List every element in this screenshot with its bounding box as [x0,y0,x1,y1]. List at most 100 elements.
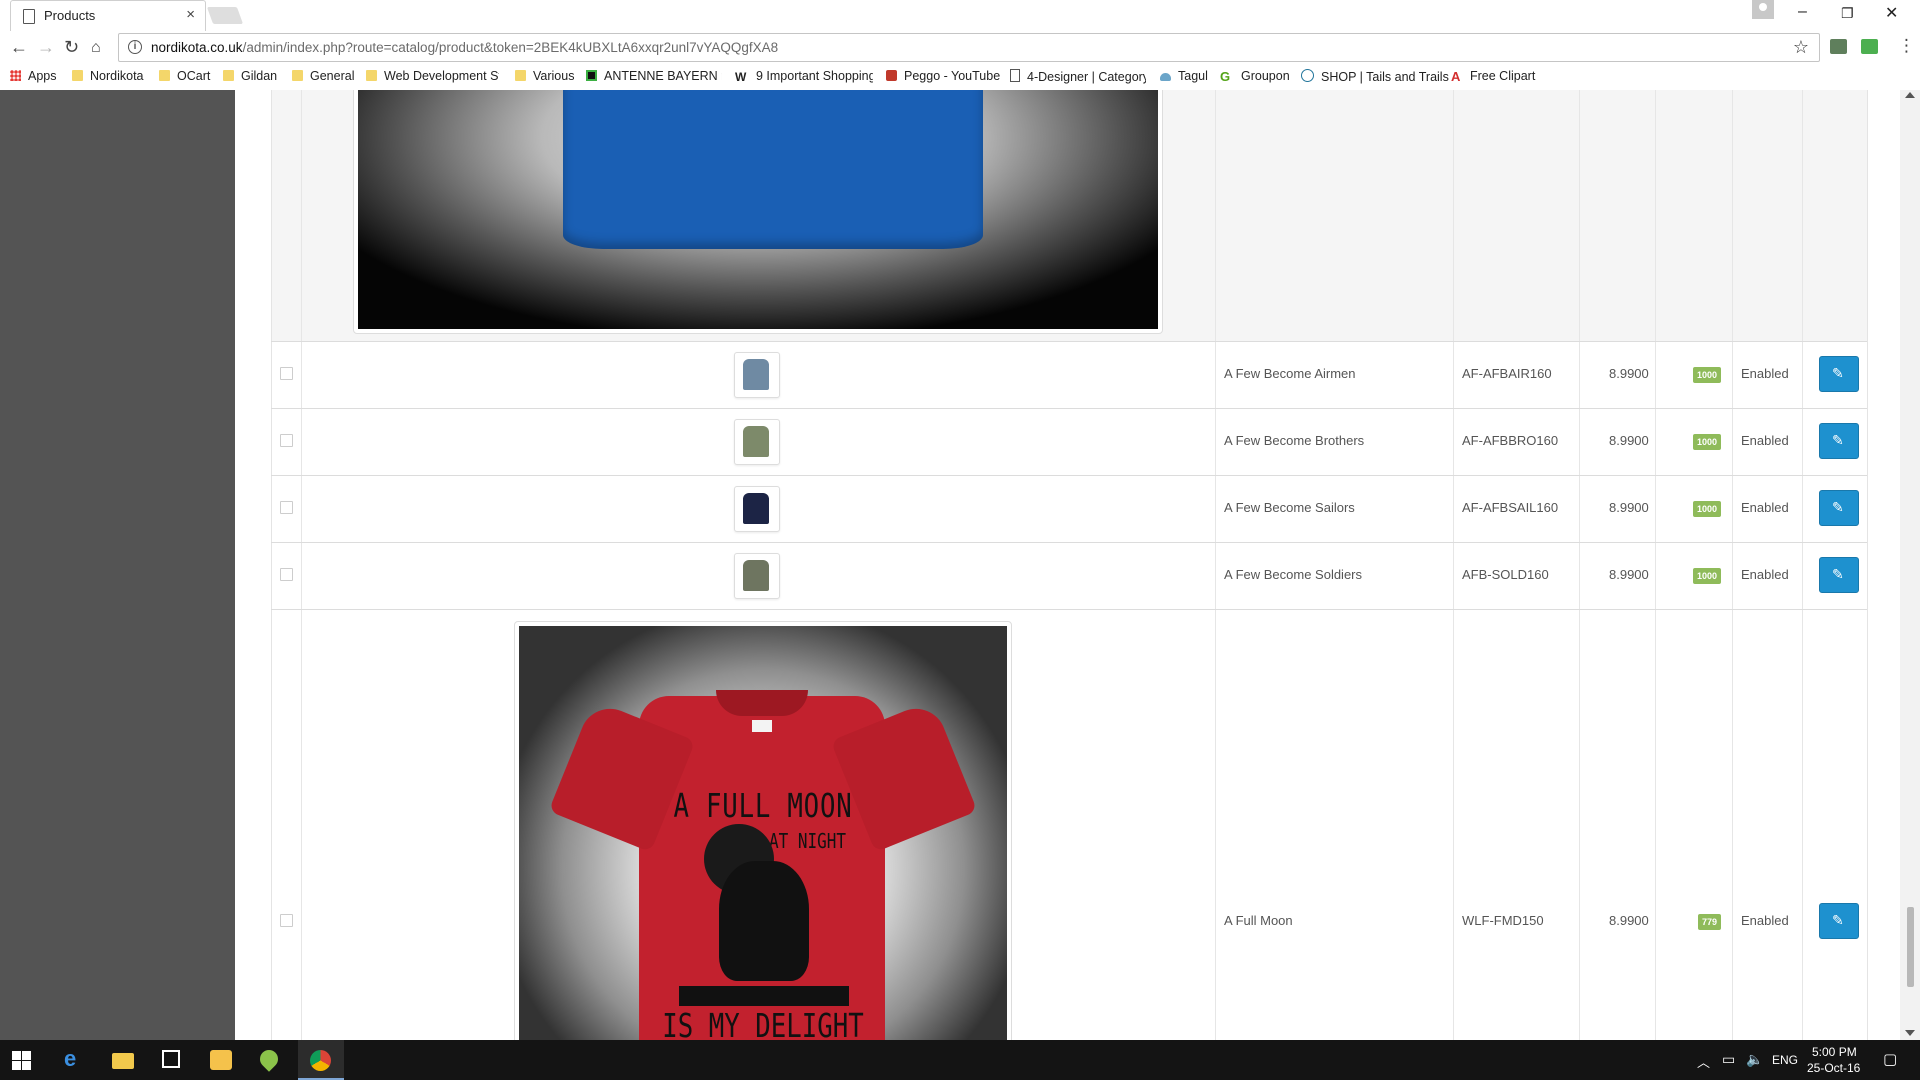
close-window-button[interactable]: ✕ [1885,3,1898,23]
edit-button[interactable]: ✎ [1819,557,1859,593]
product-model: AF-AFBAIR160 [1462,366,1552,381]
clock-date[interactable]: 25-Oct-16 [1807,1061,1860,1075]
clock-time[interactable]: 5:00 PM [1812,1045,1857,1059]
volume-icon[interactable]: 🔈 [1746,1051,1763,1068]
bookmark-peggo[interactable]: Peggo - YouTube [886,69,1000,83]
bookmark-apps[interactable]: Apps [10,69,57,83]
bookmark-antenne-bayern[interactable]: ANTENNE BAYERN ra [586,69,722,83]
product-price: 8.9900 [1609,433,1649,448]
wordpress-icon [1301,69,1314,82]
edge-browser-icon[interactable]: e [64,1046,86,1071]
scrollbar-thumb[interactable] [1907,907,1914,987]
address-toolbar: ← → ↻ ⌂ i nordikota.co.uk/admin/index.ph… [0,31,1920,64]
status-text: Enabled [1741,913,1789,928]
product-name: A Full Moon [1224,913,1293,928]
file-explorer-icon[interactable] [112,1053,134,1069]
leaf-app-icon[interactable] [256,1046,282,1072]
network-icon[interactable]: ▭ [1722,1051,1735,1068]
bookmark-4-designer[interactable]: 4-Designer | Category [1010,69,1146,84]
tshirt-image [743,359,769,390]
edit-button[interactable]: ✎ [1819,903,1859,939]
quantity-badge: 779 [1698,914,1722,930]
tab-products[interactable]: Products × [10,0,206,31]
groupon-icon: G [1220,69,1231,84]
bookmark-nordikota[interactable]: Nordikota [72,69,144,83]
bookmark-star-icon[interactable]: ☆ [1793,37,1809,58]
product-price: 8.9900 [1609,366,1649,381]
address-bar[interactable]: i nordikota.co.uk/admin/index.php?route=… [118,33,1820,62]
windows-start-icon[interactable] [12,1051,31,1070]
row-divider [271,341,1867,342]
row-select-checkbox[interactable] [280,568,293,581]
row-divider [271,609,1867,610]
row-select-checkbox[interactable] [280,367,293,380]
minimize-button[interactable]: – [1798,3,1807,21]
reload-icon[interactable]: ↻ [64,37,79,58]
status-text: Enabled [1741,366,1789,381]
bookmark-9-important-shopping[interactable]: W9 Important Shopping [735,69,873,83]
edit-button[interactable]: ✎ [1819,490,1859,526]
row-select-checkbox[interactable] [280,914,293,927]
restore-button[interactable]: ❐ [1841,5,1854,22]
pencil-icon: ✎ [1832,432,1844,448]
info-icon[interactable]: i [128,40,142,54]
language-indicator[interactable]: ENG [1772,1053,1798,1067]
w-icon: W [735,70,747,83]
status-text: Enabled [1741,567,1789,582]
status-text: Enabled [1741,500,1789,515]
edit-button[interactable]: ✎ [1819,423,1859,459]
product-model: AF-AFBBRO160 [1462,433,1559,448]
quantity-badge: 1000 [1693,501,1722,517]
product-model: AF-AFBSAIL160 [1462,500,1559,515]
page-scrollbar[interactable] [1900,90,1920,1040]
user-profile-icon[interactable] [1752,0,1774,19]
tshirt-image [743,493,769,524]
product-image-large [353,90,1163,334]
scroll-up-arrow-icon[interactable] [1905,92,1915,98]
bookmark-various[interactable]: Various [515,69,574,83]
cloud-icon [1160,73,1171,81]
bookmark-free-clipart[interactable]: A Free Clipart [1451,69,1535,84]
product-thumbnail[interactable] [734,486,780,532]
print-extension-icon[interactable] [1861,39,1878,54]
action-center-icon[interactable]: ▢ [1883,1050,1897,1068]
bookmark-web-development[interactable]: Web Development St [366,69,499,83]
url-text[interactable]: nordikota.co.uk/admin/index.php?route=ca… [151,40,778,55]
chrome-icon[interactable] [310,1050,331,1071]
product-price: 8.9900 [1609,567,1649,582]
extension-icon[interactable] [1830,39,1847,54]
product-thumbnail[interactable] [734,419,780,465]
bookmark-general[interactable]: General [292,69,354,83]
scroll-down-arrow-icon[interactable] [1905,1030,1915,1036]
store-icon[interactable] [162,1050,180,1068]
bookmark-shop-tails-and-trails[interactable]: SHOP | Tails and Trails [1301,69,1449,84]
folder-icon [292,70,303,81]
row-select-checkbox[interactable] [280,501,293,514]
row-select-checkbox[interactable] [280,434,293,447]
bookmark-groupon[interactable]: G Groupon [1220,69,1290,84]
sticky-notes-icon[interactable] [210,1050,232,1070]
folder-icon [515,70,526,81]
folder-icon [223,70,234,81]
edit-button[interactable]: ✎ [1819,356,1859,392]
grass-silhouette [679,986,849,1006]
product-thumbnail[interactable] [734,553,780,599]
column-divider [1579,90,1580,1040]
new-tab-button[interactable] [206,7,244,24]
product-name: A Few Become Airmen [1224,366,1356,381]
bookmark-tagul[interactable]: Tagul [1160,69,1208,83]
home-icon[interactable]: ⌂ [91,39,101,57]
close-tab-icon[interactable]: × [186,6,195,23]
bookmark-ocart[interactable]: OCart [159,69,210,83]
browser-menu-icon[interactable]: ⋮ [1898,36,1915,56]
tshirt-image [743,426,769,457]
column-divider [1453,90,1454,1040]
back-arrow-icon[interactable]: ← [10,37,28,58]
forward-arrow-icon[interactable]: → [37,37,55,58]
bookmark-gildan[interactable]: Gildan [223,69,277,83]
page-icon [23,9,35,24]
product-thumbnail[interactable] [734,352,780,398]
pencil-icon: ✎ [1832,912,1844,928]
tshirt-image [563,90,983,249]
tray-expand-icon[interactable]: ︿ [1697,1052,1710,1071]
